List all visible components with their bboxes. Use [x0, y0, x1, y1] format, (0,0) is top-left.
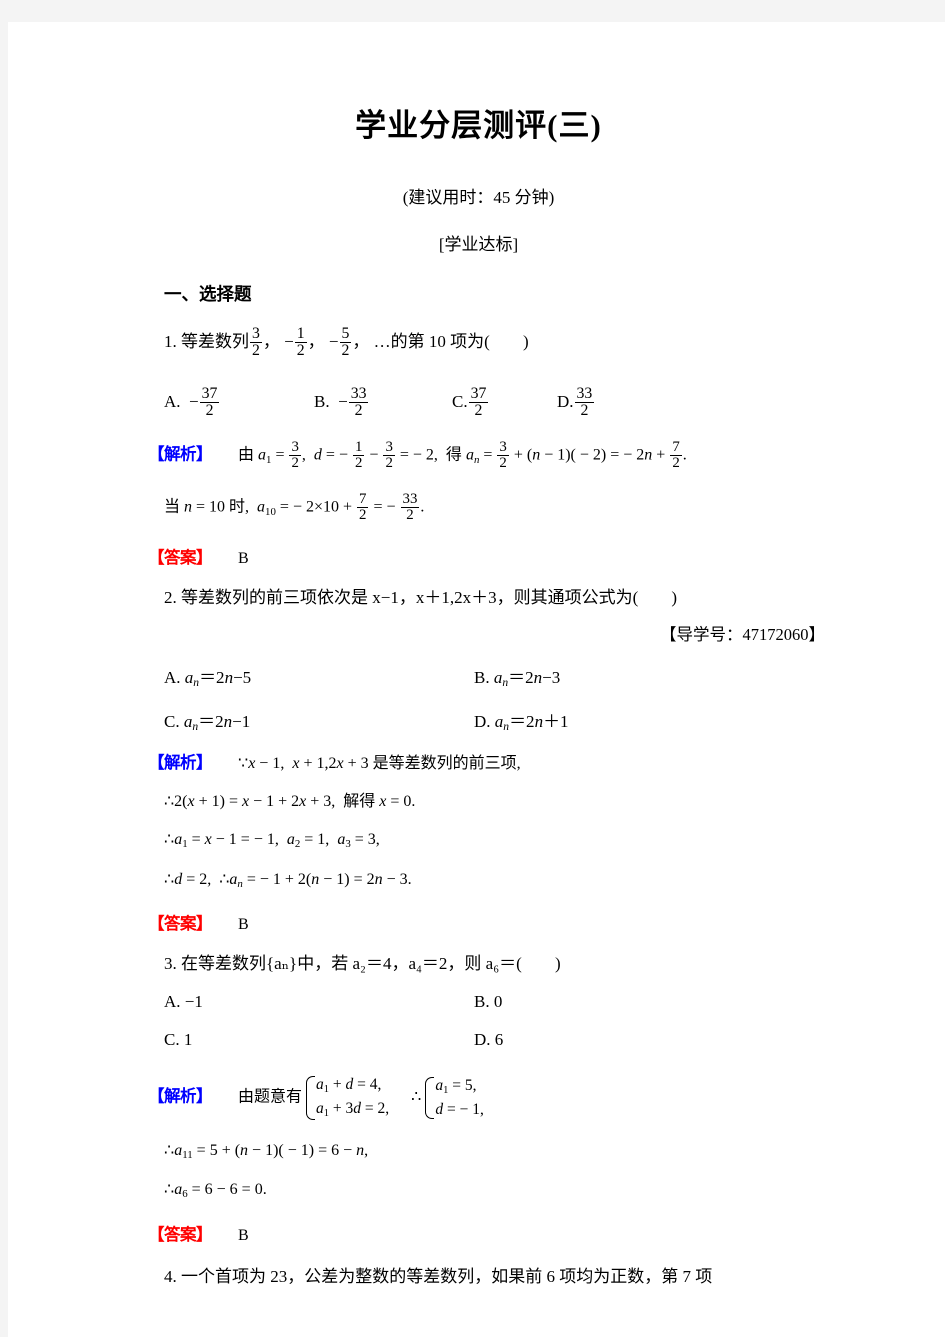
answer-label: 【答案】 [148, 914, 213, 934]
question-3-stem: 3. 在等差数列{aₙ}中，若 a₂＝4，a₄＝2，则 a₆＝( ) [164, 954, 827, 974]
fraction-33-2-pos: 33 2 [574, 384, 595, 420]
answer-label: 【答案】 [148, 1224, 213, 1244]
option-1-B[interactable]: B. −33 2 [314, 384, 452, 420]
question-2-number: 2. [164, 587, 177, 607]
therefore-symbol: ∴ [411, 1088, 422, 1106]
question-2-solution-line-4: ∴d = 2, ∴an = − 1 + 2(n − 1) = 2n − 3. [164, 870, 412, 890]
option-3-A-value: −1 [184, 992, 203, 1012]
analysis-label: 【解析】 [148, 752, 213, 772]
part-heading-multiple-choice: 一、选择题 [164, 284, 252, 304]
option-1-C[interactable]: C. 37 2 [452, 384, 557, 420]
option-3-A[interactable]: A. −1 [164, 992, 474, 1012]
question-1-solution-line-1: 【解析】由 a1 = 32, d = − 12 − 32 = − 2, 得 an… [148, 438, 687, 472]
option-3-D-key: D. [474, 1030, 491, 1050]
question-2-solution-line-2: ∴2(x + 1) = x − 1 + 2x + 3, 解得 x = 0. [164, 793, 416, 811]
question-3-solution-line-3: ∴a6 = 6 − 6 = 0. [164, 1181, 267, 1201]
question-1-options: A. −37 2 B. −33 2 C. 37 2 D. 33 2 [164, 384, 827, 420]
fraction-37-2: 37 2 [199, 384, 220, 420]
fraction-5-2: 52 [339, 325, 352, 360]
question-1-stem-suffix: …的第 10 项为( [373, 332, 490, 352]
equation-system-left: a1 + d = 4, a1 + 3d = 2, [302, 1074, 391, 1122]
option-1-D[interactable]: D. 33 2 [557, 384, 595, 420]
question-3-answer: 【答案】 B [148, 1221, 827, 1245]
question-3-solution-line-1: 【解析】 由题意有 a1 + d = 4, a1 + 3d = 2, ∴ a1 = 5,… [148, 1074, 827, 1122]
option-2-A[interactable]: A. an＝2n−5 [164, 663, 474, 689]
question-1-number: 1. [164, 332, 177, 352]
option-2-C[interactable]: C. an＝2n−1 [164, 707, 474, 733]
fraction-3-2-sol: 32 [289, 438, 301, 472]
suggested-time: (建议用时：45 分钟) [402, 188, 555, 207]
question-3-options-row-2: C. 1 D. 6 [164, 1030, 827, 1050]
fraction-3-2-sol-c: 32 [497, 438, 509, 472]
question-2-options-row-1: A. an＝2n−5 B. an＝2n−3 [164, 663, 827, 689]
section-tag: [学业达标] [438, 235, 519, 254]
option-1-A-key: A. [164, 392, 181, 412]
fraction-3-2: 32 [250, 325, 262, 360]
fraction-1-2-sol: 12 [352, 438, 365, 472]
question-2-stem-text: 等差数列的前三项依次是 x−1，x＋1,2x＋3，则其通项公式为( [181, 587, 639, 607]
option-3-B-key: B. [474, 992, 490, 1012]
question-3-stem-text: 在等差数列{aₙ}中，若 a₂＝4，a₄＝2，则 a₆＝( [181, 954, 522, 974]
fraction-37-2-pos: 37 2 [468, 384, 489, 420]
option-3-C[interactable]: C. 1 [164, 1030, 474, 1050]
option-1-D-key: D. [557, 392, 574, 412]
question-1-solution-line-2: 当 n = 10 时, a10 = − 2×10 + 72 = − 33 2. [164, 490, 425, 524]
fraction-1-2: 12 [294, 325, 307, 360]
option-2-B-key: B. [474, 668, 490, 688]
question-1-answer: 【答案】 B [148, 544, 827, 568]
option-3-A-key: A. [164, 992, 181, 1012]
question-2-answer-value: B [238, 916, 249, 934]
question-1-stem-prefix: 等差数列 [181, 332, 249, 352]
fraction-3-2-sol-b: 32 [383, 438, 395, 472]
question-2-stem-close: ) [671, 587, 678, 607]
option-3-B-value: 0 [493, 992, 503, 1012]
option-2-C-key: C. [164, 712, 180, 732]
analysis-label: 【解析】 [148, 1086, 213, 1106]
document-page: 学业分层测评(三) (建议用时：45 分钟) [学业达标] 一、选择题 1. 等… [8, 22, 945, 1337]
fraction-7-2-sol: 72 [670, 438, 682, 472]
question-4-number: 4. [164, 1266, 177, 1286]
question-3-solution-intro: 由题意有 [238, 1088, 303, 1106]
question-2-solution-line-3: ∴a1 = x − 1 = − 1, a2 = 1, a3 = 3, [164, 831, 380, 851]
option-1-C-key: C. [452, 392, 468, 412]
question-3-number: 3. [164, 954, 177, 974]
option-3-B[interactable]: B. 0 [474, 992, 502, 1012]
question-2-answer: 【答案】 B [148, 910, 827, 934]
question-2-solution-line-1: 【解析】 ∵x − 1, x + 1,2x + 3 是等差数列的前三项, [148, 752, 521, 772]
question-2-guide-number: 【导学号：47172060】 [660, 625, 825, 645]
page-content: 学业分层测评(三) (建议用时：45 分钟) [学业达标] 一、选择题 1. 等… [8, 100, 945, 1286]
option-1-A[interactable]: A. −37 2 [164, 384, 314, 420]
option-3-D-value: 6 [494, 1030, 504, 1050]
option-2-B[interactable]: B. an＝2n−3 [474, 663, 560, 689]
fraction-7-2-sol-b: 72 [357, 490, 369, 524]
option-2-D[interactable]: D. an＝2n＋1 [474, 707, 569, 733]
question-4-stem-text: 一个首项为 23，公差为整数的等差数列，如果前 6 项均为正数，第 7 项 [181, 1266, 713, 1286]
question-4-stem: 4. 一个首项为 23，公差为整数的等差数列，如果前 6 项均为正数，第 7 项 [164, 1267, 827, 1287]
option-2-A-key: A. [164, 668, 181, 688]
question-3-answer-value: B [238, 1226, 249, 1244]
answer-label: 【答案】 [148, 547, 213, 567]
analysis-label: 【解析】 [148, 444, 213, 464]
question-2-stem: 2. 等差数列的前三项依次是 x−1，x＋1,2x＋3，则其通项公式为( ) [164, 588, 827, 608]
question-3-options-row-1: A. −1 B. 0 [164, 992, 827, 1012]
option-2-D-key: D. [474, 712, 491, 732]
option-3-C-value: 1 [183, 1030, 193, 1050]
question-3-solution-line-2: ∴a11 = 5 + (n − 1)( − 1) = 6 − n, [164, 1141, 369, 1161]
question-3-stem-close: ) [554, 954, 561, 974]
question-1-stem: 1. 等差数列 3 2， −1 2， −5 2， …的第 10 项为( ) [164, 325, 529, 360]
page-title: 学业分层测评(三) [355, 108, 602, 143]
option-3-C-key: C. [164, 1030, 180, 1050]
option-3-D[interactable]: D. 6 [474, 1030, 503, 1050]
fraction-33-2-sol: 33 2 [400, 490, 420, 524]
option-1-B-key: B. [314, 392, 330, 412]
question-1-answer-value: B [238, 549, 249, 567]
question-2-options-row-2: C. an＝2n−1 D. an＝2n＋1 [164, 707, 827, 733]
equation-system-right: a1 = 5, d = − 1, [421, 1075, 485, 1121]
question-1-stem-close: ) [522, 332, 529, 352]
fraction-33-2: 33 2 [348, 384, 369, 420]
